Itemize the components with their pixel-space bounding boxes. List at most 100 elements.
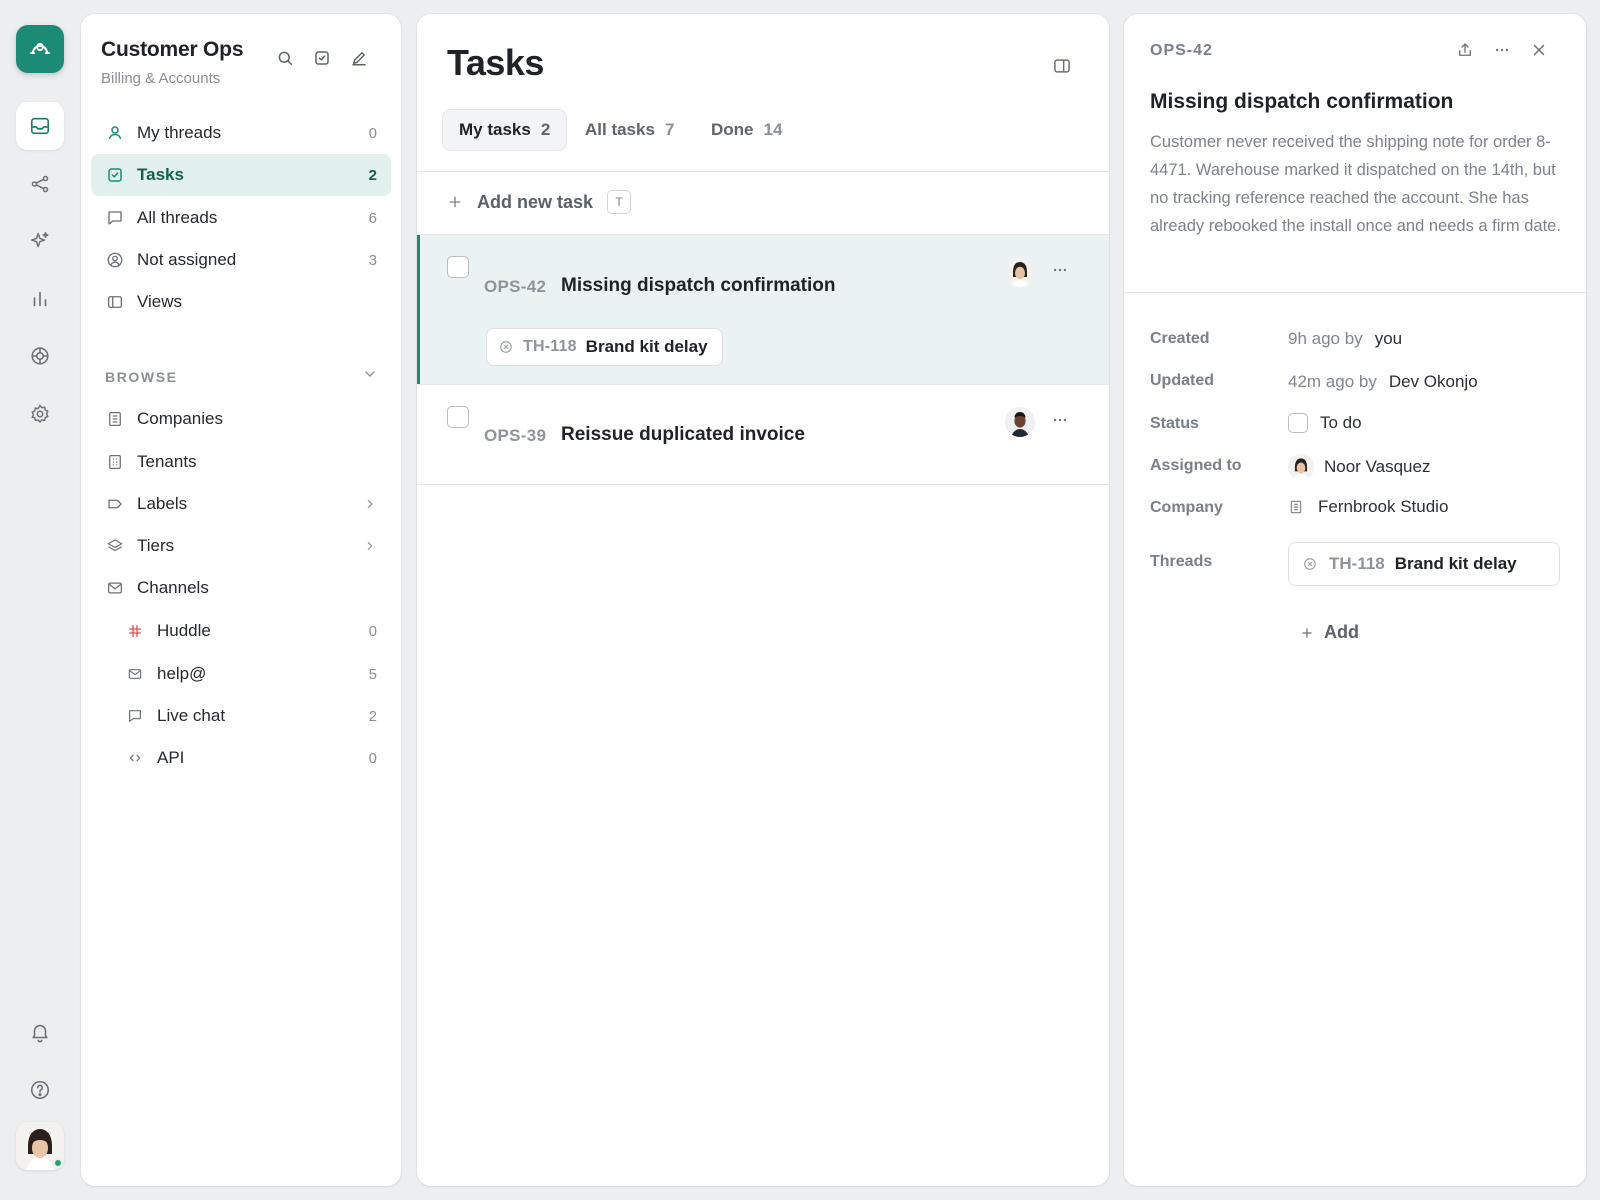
rail-workflows-button[interactable] <box>16 160 64 208</box>
channel-api[interactable]: API 0 <box>91 737 391 779</box>
detail-description[interactable]: Customer never received the shipping not… <box>1150 128 1568 240</box>
share-button[interactable] <box>1456 41 1474 59</box>
created-time: 9h ago by <box>1288 329 1363 348</box>
rail-inbox-button[interactable] <box>16 102 64 150</box>
app-logo-button[interactable] <box>16 25 64 73</box>
task-checkbox[interactable] <box>447 256 469 278</box>
tab-all-tasks[interactable]: All tasks 7 <box>569 109 690 151</box>
online-status-dot <box>53 1158 63 1168</box>
nav-label: Tiers <box>137 536 175 555</box>
help-icon <box>29 1079 51 1101</box>
nav-label: All threads <box>137 208 218 227</box>
task-title: Missing dispatch confirmation <box>561 275 836 296</box>
bell-icon <box>29 1021 51 1043</box>
assignee-name: Noor Vasquez <box>1324 457 1431 476</box>
search-button[interactable] <box>273 46 297 70</box>
task-checkbox[interactable] <box>447 406 469 428</box>
task-detail-panel: OPS-42 Missing dispatch confirmation Cus… <box>1124 14 1586 1186</box>
nav-labels[interactable]: Labels <box>91 483 391 525</box>
more-horizontal-icon <box>1051 261 1069 279</box>
nav-label: Huddle <box>157 621 211 640</box>
detail-title[interactable]: Missing dispatch confirmation <box>1150 90 1453 114</box>
add-task-label: Add new task <box>477 191 594 212</box>
tab-label: Done <box>711 120 754 139</box>
close-detail-button[interactable] <box>1530 41 1548 59</box>
nav-count: 0 <box>368 749 377 767</box>
help-center-icon <box>29 345 51 367</box>
linked-thread-chip[interactable]: TH-118 Brand kit delay <box>486 328 723 366</box>
channel-huddle[interactable]: Huddle 0 <box>91 610 391 652</box>
plus-icon <box>447 194 463 210</box>
nav-count: 0 <box>368 622 377 640</box>
tab-count: 7 <box>664 120 675 139</box>
linked-thread-chip[interactable]: TH-118 Brand kit delay <box>1288 542 1560 586</box>
status-value: To do <box>1320 413 1362 432</box>
grid-building-icon <box>105 452 125 472</box>
building-icon <box>105 409 125 429</box>
company-link[interactable]: Fernbrook Studio <box>1288 497 1448 517</box>
mail-icon <box>105 578 125 598</box>
chevron-right-icon <box>363 539 377 553</box>
workspace-name[interactable]: Customer Ops <box>101 38 243 62</box>
nav-channels[interactable]: Channels <box>91 567 391 609</box>
nav-tiers[interactable]: Tiers <box>91 525 391 567</box>
nav-views[interactable]: Views <box>91 281 391 323</box>
task-row[interactable]: OPS-42 Missing dispatch confirmation TH-… <box>417 235 1109 384</box>
channel-help-email[interactable]: help@ 5 <box>91 653 391 695</box>
updated-label: Updated <box>1150 372 1214 389</box>
created-value: 9h ago by you <box>1288 329 1402 349</box>
assigned-label: Assigned to <box>1150 457 1242 474</box>
tab-count: 14 <box>763 120 783 139</box>
task-more-button[interactable] <box>1051 261 1069 279</box>
assignee-select[interactable]: Noor Vasquez <box>1288 454 1430 480</box>
updated-by: Dev Okonjo <box>1388 372 1478 391</box>
nav-tasks[interactable]: Tasks 2 <box>91 154 391 196</box>
task-row[interactable]: OPS-39 Reissue duplicated invoice <box>417 385 1109 484</box>
status-checkbox[interactable] <box>1288 413 1308 433</box>
nav-my-threads[interactable]: My threads 0 <box>91 112 391 154</box>
page-title: Tasks <box>447 42 544 83</box>
browse-collapse-button[interactable] <box>362 366 378 382</box>
nav-label: Channels <box>137 578 209 597</box>
task-more-button[interactable] <box>1051 411 1069 429</box>
workspace-subtitle: Billing & Accounts <box>101 70 221 87</box>
status-select[interactable]: To do <box>1288 413 1362 433</box>
layers-icon <box>105 536 125 556</box>
more-horizontal-icon <box>1493 41 1511 59</box>
tag-icon <box>105 494 125 514</box>
new-task-button[interactable] <box>310 46 334 70</box>
company-label: Company <box>1150 499 1223 516</box>
rail-reports-button[interactable] <box>16 275 64 323</box>
rail-help-button[interactable] <box>16 1066 64 1114</box>
nav-tenants[interactable]: Tenants <box>91 441 391 483</box>
chevron-right-icon <box>363 497 377 511</box>
rail-settings-button[interactable] <box>16 390 64 438</box>
nav-companies[interactable]: Companies <box>91 398 391 440</box>
thread-title: Brand kit delay <box>1394 554 1517 573</box>
channel-live-chat[interactable]: Live chat 2 <box>91 695 391 737</box>
rail-ai-button[interactable] <box>16 217 64 265</box>
close-icon <box>1530 41 1548 59</box>
tab-done[interactable]: Done 14 <box>695 109 798 151</box>
updated-time: 42m ago by <box>1288 372 1377 391</box>
add-thread-button[interactable]: Add <box>1300 622 1359 643</box>
nav-label: Views <box>137 292 183 311</box>
tab-my-tasks[interactable]: My tasks 2 <box>442 109 568 151</box>
rail-notifications-button[interactable] <box>16 1008 64 1056</box>
add-new-task-button[interactable]: Add new task T <box>447 190 632 214</box>
assignee-avatar[interactable] <box>1005 257 1035 287</box>
app-rail <box>0 0 80 1200</box>
detail-more-button[interactable] <box>1493 41 1511 59</box>
compose-button[interactable] <box>347 46 371 70</box>
updated-value: 42m ago by Dev Okonjo <box>1288 372 1478 392</box>
ai-sparkle-icon <box>29 230 51 252</box>
company-name: Fernbrook Studio <box>1318 497 1449 516</box>
toggle-detail-panel-button[interactable] <box>1052 56 1072 76</box>
chat-logo-icon <box>28 37 52 61</box>
nav-all-threads[interactable]: All threads 6 <box>91 197 391 239</box>
assignee-avatar[interactable] <box>1005 407 1035 437</box>
rail-help-center-button[interactable] <box>16 332 64 380</box>
nav-count: 0 <box>368 124 377 142</box>
nav-label: Tasks <box>137 165 184 184</box>
nav-not-assigned[interactable]: Not assigned 3 <box>91 239 391 281</box>
